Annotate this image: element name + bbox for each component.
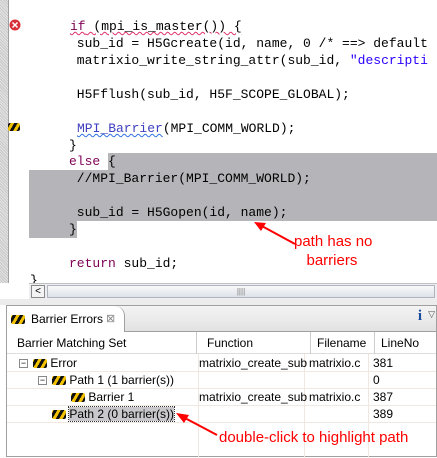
code-editor[interactable]: if (mpi_is_master()) { sub_id = H5Gcreat… [29, 0, 437, 283]
barrier-errors-panel: Barrier Errors ⊠ i ▽ Barrier Matching Se… [6, 305, 437, 458]
scroll-left-button[interactable]: < [31, 285, 45, 298]
annotation-editor-note: path has no barriers [294, 233, 373, 269]
code-line: matrixio_write_string_attr(sub_id, "desc… [30, 53, 428, 68]
code-line: return sub_id; [69, 256, 179, 271]
code-line: if (mpi_is_master()) { [70, 19, 242, 34]
column-header-filename[interactable]: Filename [311, 332, 375, 354]
overview-ruler [0, 0, 9, 283]
collapse-toggle[interactable]: − [38, 376, 47, 386]
scroll-thumb[interactable]: |||| [47, 285, 435, 298]
barrier-icon [33, 359, 47, 369]
view-menu-icon[interactable]: ▽ [428, 309, 435, 320]
column-header-set[interactable]: Barrier Matching Set [11, 332, 197, 354]
collapse-toggle[interactable]: − [19, 359, 28, 369]
annotation-arrow [254, 222, 296, 245]
code-line: H5Fflush(sub_id, H5F_SCOPE_GLOBAL); [30, 87, 350, 102]
marker-gutter [8, 0, 28, 283]
tab-barrier-errors[interactable]: Barrier Errors ⊠ [7, 306, 125, 332]
close-icon[interactable]: ⊠ [106, 306, 115, 332]
code-line: //MPI_Barrier(MPI_COMM_WORLD); [30, 171, 311, 186]
table-row[interactable]: Barrier 1 matrixio_create_sub matrixio.c… [7, 389, 436, 406]
barrier-icon [52, 376, 66, 386]
code-line: else { [69, 154, 116, 169]
barrier-icon [11, 315, 25, 324]
code-line: sub_id = H5Gcreate(id, name, 0 /* ==> de… [30, 36, 428, 51]
table-row[interactable]: − Error matrixio_create_sub matrixio.c 3… [7, 355, 436, 372]
code-line: } [30, 138, 77, 153]
column-header-lineno[interactable]: LineNo [375, 332, 437, 354]
annotation-panel-note: double-click to highlight path [219, 429, 409, 446]
code-line: } [30, 222, 77, 237]
annotation-arrow [176, 413, 218, 436]
tab-label: Barrier Errors [31, 312, 104, 326]
column-header-function[interactable]: Function [201, 332, 311, 354]
selection-highlight [108, 153, 437, 170]
horizontal-scrollbar[interactable]: < |||| [29, 283, 437, 299]
barrier-icon [52, 410, 66, 420]
table-header: Barrier Matching Set Function Filename L… [7, 332, 436, 354]
barrier-warning-icon[interactable] [8, 123, 20, 131]
code-line: } [30, 273, 38, 283]
barrier-icon [71, 393, 85, 403]
error-icon[interactable] [9, 19, 21, 31]
table-row[interactable]: − Path 1 (1 barrier(s)) 0 [7, 372, 436, 389]
panel-tabbar: Barrier Errors ⊠ i ▽ [7, 306, 436, 332]
code-line: sub_id = H5Gopen(id, name); [30, 205, 288, 220]
code-line: MPI_Barrier(MPI_COMM_WORLD); [77, 121, 296, 136]
info-icon[interactable]: i [418, 308, 422, 325]
